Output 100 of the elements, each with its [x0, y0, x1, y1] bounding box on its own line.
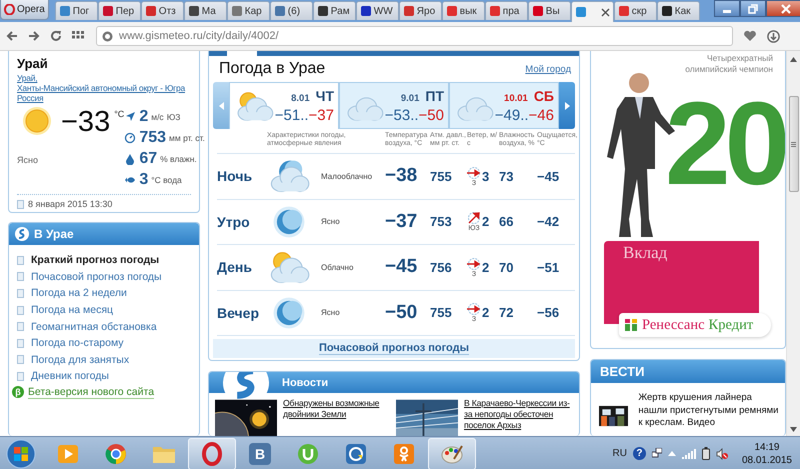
browser-tab[interactable]: Отз: [140, 1, 184, 20]
beta-link[interactable]: Бета-версия нового сайта: [28, 386, 154, 399]
browser-tab[interactable]: скр: [614, 1, 657, 20]
temperature: −45: [385, 256, 418, 278]
menu-link[interactable]: Погода на месяц: [31, 304, 114, 316]
browser-tab[interactable]: Рам: [312, 1, 356, 20]
browser-tab[interactable]: Ма: [184, 1, 227, 20]
clock[interactable]: 14:19 08.01.2015: [742, 440, 792, 466]
reading-unit: °С вода: [151, 174, 182, 184]
period-label: Утро: [217, 214, 251, 230]
weekday: ПТ: [425, 88, 444, 104]
letter-icon: В: [249, 442, 271, 464]
max-temperature: −50: [418, 106, 444, 124]
temperature: −50: [385, 302, 418, 324]
pressure-value: 755: [430, 305, 453, 320]
feels-like: −51: [537, 260, 560, 275]
update-time: 8 января 2015 13:30: [28, 199, 112, 209]
menu-link[interactable]: Почасовой прогноз погоды: [31, 270, 162, 283]
period-label: День: [217, 259, 253, 276]
panel-title: ВЕСТИ: [591, 360, 785, 383]
day-date: 10.01: [504, 92, 528, 104]
language-indicator[interactable]: RU: [612, 448, 627, 459]
browser-tab[interactable]: Пер: [98, 1, 141, 20]
condition-text: Ясно: [320, 308, 341, 318]
weekday: ЧТ: [316, 88, 334, 104]
browser-tab[interactable]: Вы: [528, 1, 571, 20]
location-link[interactable]: Россия: [17, 93, 44, 103]
city-name: Урай: [17, 56, 49, 71]
menu-link[interactable]: Краткий прогноз погоды: [31, 254, 160, 266]
wind-speed: 3: [482, 168, 490, 184]
address-field[interactable]: www.gismeteo.ru/city/daily/4002/: [96, 26, 733, 46]
brand-word: Кредит: [708, 316, 754, 334]
panel-title: В Урае: [34, 227, 74, 241]
humidity-value: 73: [499, 168, 514, 184]
weekday: СБ: [534, 88, 554, 104]
menu-link[interactable]: Погода для занятых: [31, 354, 130, 366]
day-card[interactable]: 10.01 СБ −49..−46: [449, 82, 559, 129]
feels-like: −56: [537, 305, 560, 320]
menu-link[interactable]: Геомагнитная обстановка: [31, 320, 157, 333]
period-label: Вечер: [217, 304, 260, 321]
wind-speed: 2: [482, 260, 490, 275]
reading-value: 67: [139, 150, 158, 168]
browser-tab[interactable]: Как: [656, 1, 700, 20]
day-card[interactable]: 9.01 ПТ −53..−50: [339, 82, 449, 129]
panel-title: Погода в Урае: [219, 60, 326, 78]
day-date: 9.01: [400, 92, 420, 104]
brand-word: Ренессанс: [642, 316, 705, 334]
reading-value: 2: [139, 108, 148, 126]
temperature-unit: °C: [114, 109, 124, 119]
reading-value: 3: [139, 170, 148, 188]
browser-tab[interactable]: (6): [270, 1, 313, 20]
news-link[interactable]: Обнаружены возможные двойники Земли: [283, 398, 390, 436]
browser-tab[interactable]: Пог: [54, 1, 98, 20]
my-city-link[interactable]: Мой город: [525, 64, 571, 74]
location-link[interactable]: Урай,: [17, 73, 38, 83]
max-temperature: −46: [528, 106, 554, 124]
condition-text: Облачно: [320, 262, 354, 272]
browser-tab[interactable]: пра: [484, 1, 528, 20]
reading-unit: % влажн.: [160, 154, 197, 164]
ad-caption: олимпийский чемпион: [685, 64, 773, 75]
browser-tab[interactable]: WW: [356, 1, 399, 20]
reading-value: 753: [139, 128, 166, 146]
temperature: −38: [385, 165, 418, 188]
day-card[interactable]: 8.01 ЧТ −51..−37: [229, 82, 339, 129]
pressure-value: 756: [430, 260, 453, 275]
reading-unit: м/с: [151, 112, 164, 122]
menu-button[interactable]: Opera: [0, 0, 49, 20]
condition-text: Ясно: [17, 155, 39, 165]
menu-link[interactable]: Дневник погоды: [31, 370, 109, 382]
max-temperature: −37: [308, 107, 334, 124]
condition-text: Ясно: [320, 217, 341, 226]
wind-speed: 2: [482, 214, 490, 230]
browser-tab[interactable]: Яро: [398, 1, 442, 20]
browser-tab[interactable]: Кар: [226, 1, 270, 20]
ad-product: Вклад: [623, 243, 668, 263]
panel-title: Новости: [282, 376, 328, 388]
feels-like: −45: [537, 168, 560, 184]
help-icon[interactable]: ?: [632, 447, 646, 460]
reading-unit: мм рт. ст.: [169, 132, 205, 142]
min-temperature: −53..: [384, 106, 419, 124]
period-label: Ночь: [217, 168, 254, 184]
humidity-value: 72: [499, 305, 514, 320]
temperature: −37: [385, 210, 418, 233]
beta-badge: β: [12, 386, 24, 398]
wind-speed: 2: [482, 305, 490, 320]
menu-link[interactable]: Погода на 2 недели: [31, 287, 127, 300]
pressure-value: 753: [430, 214, 453, 230]
ad-caption: Четырехкратный: [706, 53, 773, 64]
min-temperature: −51..: [274, 107, 309, 124]
feels-like: −42: [537, 214, 560, 230]
news-link[interactable]: В Карачаево-Черкессии из-за непогоды обесточен поселок Архыз: [464, 398, 571, 436]
min-temperature: −49..: [494, 106, 529, 124]
taskbar-button[interactable]: В: [236, 438, 284, 469]
temperature: −33: [61, 105, 110, 139]
pressure-value: 755: [430, 168, 453, 184]
news-link[interactable]: Жертв крушения лайнера нашли пристегнутыми ремнями к креслам. Видео: [638, 392, 779, 436]
menu-link[interactable]: Погода по-старому: [31, 337, 124, 350]
browser-tab[interactable]: вык: [442, 1, 485, 20]
condition-text: Малооблачно: [320, 172, 374, 181]
location-link[interactable]: Ханты-Мансийский автономный округ - Югра: [17, 83, 185, 93]
